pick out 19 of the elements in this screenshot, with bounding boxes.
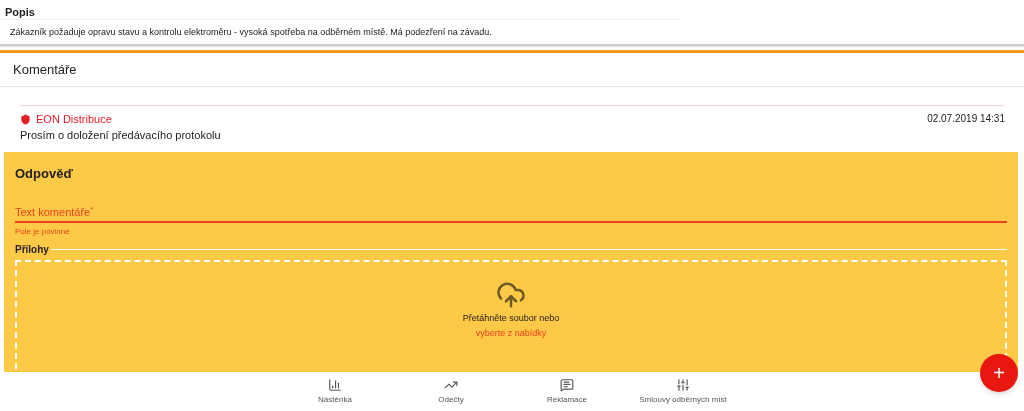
dropzone-text: Přetáhněte soubor nebo (462, 312, 560, 324)
nav-tab[interactable]: Reklamace (509, 372, 625, 411)
nav-tab[interactable]: Odečty (393, 372, 509, 411)
description-text: Zákazník požaduje opravu stavu a kontrolu elektroměru - vysoká spotřeba na odběrném místě. Má podezření na závadu. (9, 26, 493, 38)
nav-icon (560, 377, 574, 392)
section-title: Odpověď (15, 165, 74, 183)
nav-icon (328, 377, 342, 392)
error-message: Pole je povinné (15, 226, 71, 238)
section-title: Popis (5, 6, 35, 18)
section-title: Přílohy (15, 243, 49, 257)
nav-tab[interactable]: Smlouvy odběrných míst (625, 372, 741, 411)
cloud-upload-icon (496, 280, 526, 310)
comment-author: EON Distribuce (36, 112, 112, 126)
shield-icon (20, 113, 31, 125)
comment-text: Prosím o doložení předávacího protokolu (20, 128, 222, 142)
nav-icon (676, 377, 690, 392)
comment-date: 02.07.2019 14:31 (927, 112, 1005, 126)
nav-tab[interactable]: Nástěnka (277, 372, 393, 411)
section-title: Komentáře (13, 60, 77, 79)
